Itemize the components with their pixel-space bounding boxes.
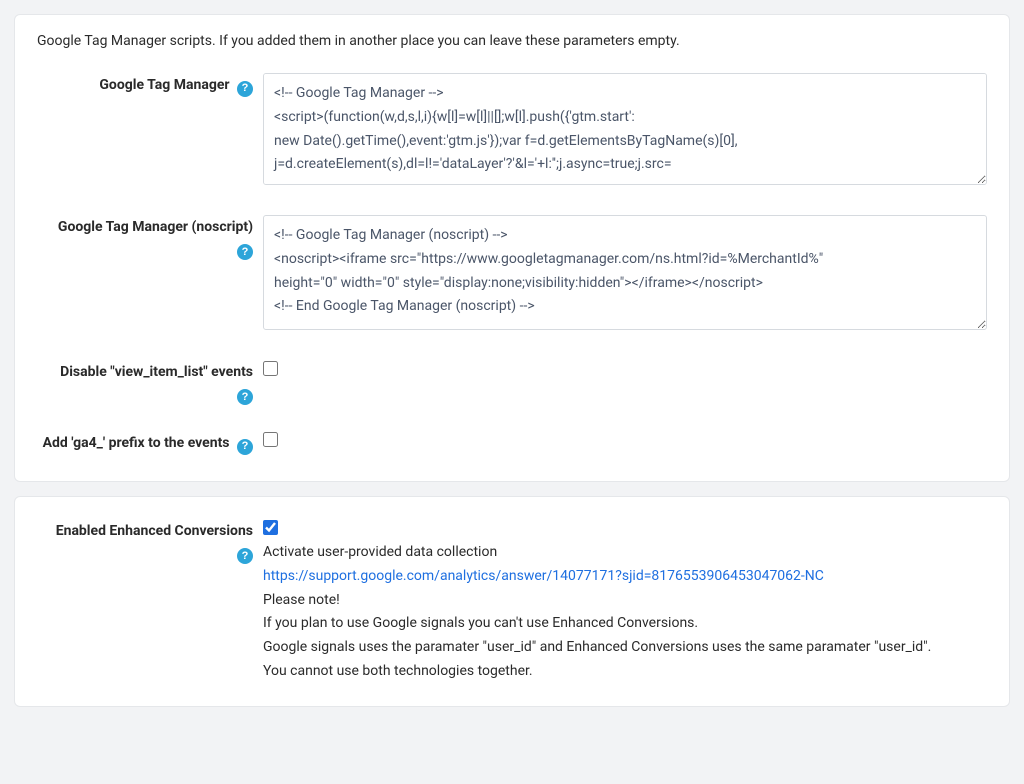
gtm-noscript-textarea[interactable] <box>263 215 987 330</box>
ec-desc-line6: You cannot use both technologies togethe… <box>263 663 533 679</box>
row-add-ga4-prefix: Add 'ga4_' prefix to the events ? <box>37 427 987 455</box>
help-icon[interactable]: ? <box>237 244 253 260</box>
help-icon[interactable]: ? <box>237 439 253 455</box>
label-gtm-noscript: Google Tag Manager (noscript) ? <box>37 211 263 260</box>
label-disable-view-item-list-text: Disable "view_item_list" events <box>60 364 253 380</box>
help-icon[interactable]: ? <box>237 548 253 564</box>
label-disable-view-item-list: Disable "view_item_list" events ? <box>37 356 263 405</box>
field-enhanced-conversions: Activate user-provided data collection h… <box>263 515 987 684</box>
enhanced-conversions-checkbox[interactable] <box>263 520 278 535</box>
label-gtm-noscript-text: Google Tag Manager (noscript) <box>58 219 253 235</box>
enhanced-conversions-panel: Enabled Enhanced Conversions ? Activate … <box>14 496 1010 707</box>
disable-view-item-list-checkbox[interactable] <box>263 361 278 376</box>
label-enhanced-conversions: Enabled Enhanced Conversions ? <box>37 515 263 564</box>
field-gtm <box>263 69 987 189</box>
row-enhanced-conversions: Enabled Enhanced Conversions ? Activate … <box>37 515 987 684</box>
label-gtm-text: Google Tag Manager <box>99 77 229 93</box>
ec-desc-line3: Please note! <box>263 592 340 608</box>
help-icon[interactable]: ? <box>237 81 253 97</box>
label-gtm: Google Tag Manager ? <box>37 69 263 97</box>
enhanced-conversions-description: Activate user-provided data collection h… <box>263 541 987 684</box>
row-disable-view-item-list: Disable "view_item_list" events ? <box>37 356 987 405</box>
label-enhanced-conversions-text: Enabled Enhanced Conversions <box>56 523 253 539</box>
gtm-settings-panel: Google Tag Manager scripts. If you added… <box>14 14 1010 482</box>
help-icon[interactable]: ? <box>237 389 253 405</box>
gtm-textarea[interactable] <box>263 73 987 185</box>
field-disable-view-item-list <box>263 356 987 376</box>
intro-text: Google Tag Manager scripts. If you added… <box>37 33 987 49</box>
ec-desc-line5: Google signals uses the paramater "user_… <box>263 639 931 655</box>
field-gtm-noscript <box>263 211 987 334</box>
ec-desc-line4: If you plan to use Google signals you ca… <box>263 615 698 631</box>
row-gtm: Google Tag Manager ? <box>37 69 987 189</box>
label-add-ga4-prefix: Add 'ga4_' prefix to the events ? <box>37 427 263 455</box>
ec-support-link[interactable]: https://support.google.com/analytics/ans… <box>263 568 824 584</box>
field-add-ga4-prefix <box>263 427 987 447</box>
label-add-ga4-prefix-text: Add 'ga4_' prefix to the events <box>43 435 230 451</box>
add-ga4-prefix-checkbox[interactable] <box>263 432 278 447</box>
row-gtm-noscript: Google Tag Manager (noscript) ? <box>37 211 987 334</box>
ec-desc-line1: Activate user-provided data collection <box>263 544 497 560</box>
